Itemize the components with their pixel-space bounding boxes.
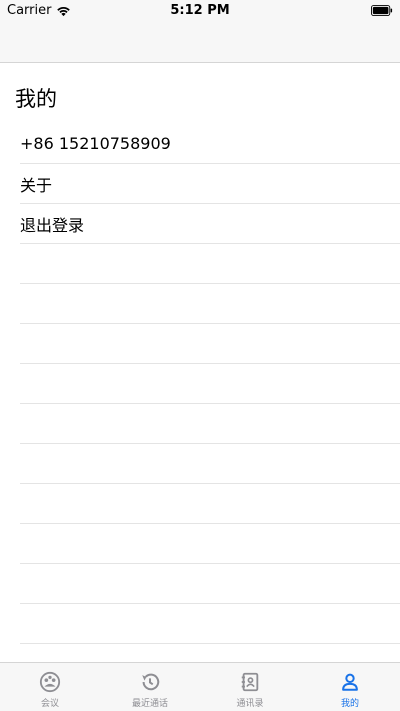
tab-meeting[interactable]: 会议 bbox=[0, 663, 100, 711]
empty-row bbox=[20, 604, 400, 644]
tab-meeting-label: 会议 bbox=[40, 699, 59, 709]
tab-recent-calls[interactable]: 最近通话 bbox=[100, 663, 200, 711]
about-label: 关于 bbox=[20, 175, 53, 195]
empty-row bbox=[20, 324, 400, 364]
person-icon bbox=[342, 673, 358, 691]
phone-number-label: +86 15210758909 bbox=[20, 134, 171, 153]
empty-row bbox=[20, 364, 400, 404]
tab-recent-calls-label: 最近通话 bbox=[131, 699, 168, 709]
logout-row[interactable]: 退出登录 bbox=[20, 204, 400, 244]
tab-contacts-label: 通讯录 bbox=[236, 699, 264, 709]
about-row[interactable]: 关于 bbox=[20, 164, 400, 204]
empty-row bbox=[20, 564, 400, 604]
status-bar: Carrier 5:12 PM bbox=[0, 0, 400, 22]
tab-bar: 会议 最近通话 通讯录 我的 bbox=[0, 662, 400, 711]
battery-icon bbox=[371, 5, 393, 16]
status-time: 5:12 PM bbox=[170, 3, 230, 18]
empty-row bbox=[20, 484, 400, 524]
empty-row bbox=[20, 284, 400, 324]
meeting-icon bbox=[39, 671, 61, 693]
empty-row bbox=[20, 524, 400, 564]
history-icon bbox=[142, 673, 160, 691]
logout-label: 退出登录 bbox=[20, 215, 85, 235]
empty-row bbox=[20, 244, 400, 284]
phone-number-row[interactable]: +86 15210758909 bbox=[20, 124, 400, 164]
tab-contacts[interactable]: 通讯录 bbox=[200, 663, 300, 711]
page-title: 我的 bbox=[15, 87, 57, 111]
empty-row bbox=[20, 404, 400, 444]
navigation-bar bbox=[0, 22, 400, 63]
tab-mine-label: 我的 bbox=[340, 699, 359, 709]
menu-list: +86 15210758909 关于 退出登录 bbox=[0, 124, 400, 644]
empty-row bbox=[20, 444, 400, 484]
tab-mine[interactable]: 我的 bbox=[300, 663, 400, 711]
contacts-icon bbox=[241, 672, 259, 692]
